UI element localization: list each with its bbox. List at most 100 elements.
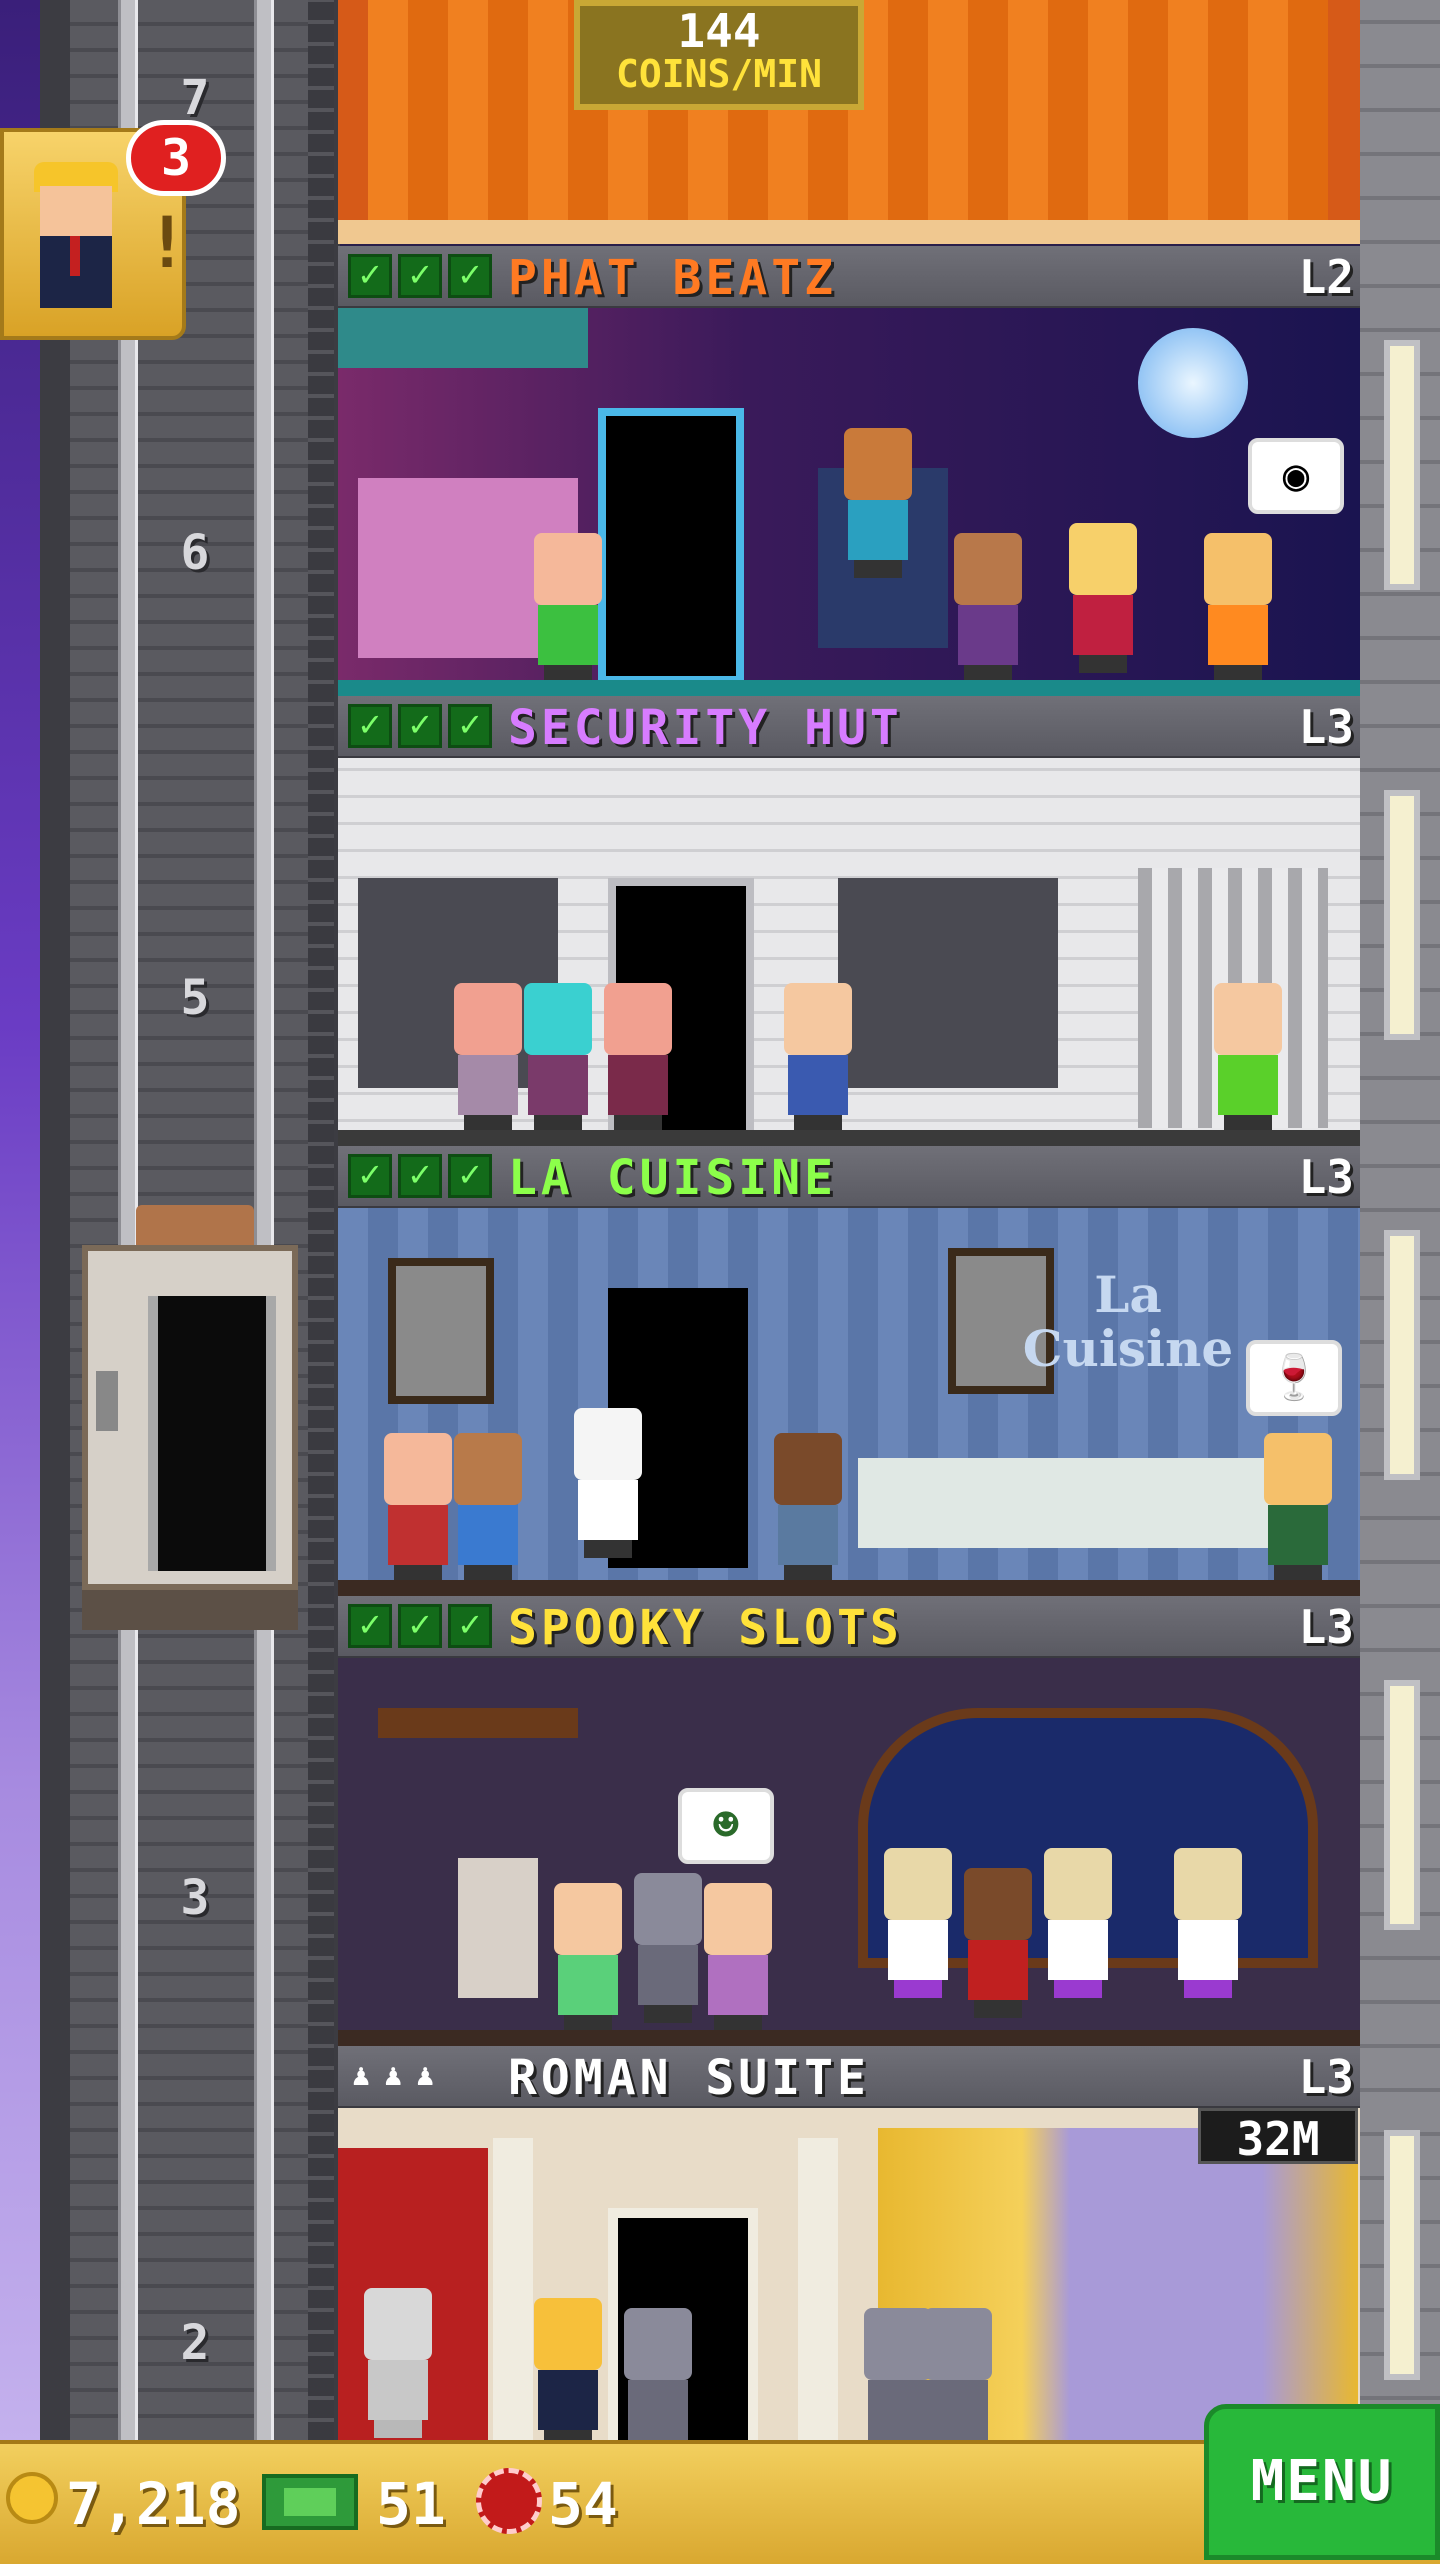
check-icon: ✓	[448, 1604, 492, 1648]
disco-ball-icon	[1138, 328, 1248, 438]
coins-count[interactable]: 7,218	[66, 2470, 241, 2538]
witch-icon[interactable]: ☻	[678, 1788, 774, 1864]
slot-machine	[458, 1858, 538, 1998]
bitizen[interactable]	[548, 1883, 628, 2033]
bitizen[interactable]	[378, 1433, 458, 1583]
security-room	[338, 758, 1360, 1146]
bitizen-chef[interactable]	[568, 1408, 648, 1558]
floor-header: ✓ ✓ ✓ SPOOKY SLOTS L3	[338, 1596, 1360, 1660]
room-floor	[338, 680, 1360, 696]
elevator-car[interactable]	[82, 1245, 298, 1590]
bitizen-zombie[interactable]	[918, 2308, 998, 2440]
check-icon: ✓	[448, 704, 492, 748]
bux-icon	[262, 2474, 358, 2530]
bitizen[interactable]	[448, 983, 528, 1133]
casino-room: ☻	[338, 1658, 1360, 2046]
bitizen[interactable]	[1198, 533, 1278, 683]
floor-ledge	[338, 220, 1360, 244]
coins-per-minute-sign: 144 COINS/MIN	[574, 0, 864, 110]
window-light	[1384, 2130, 1420, 2380]
floor-level: L3	[1298, 1600, 1354, 1654]
check-icon: ✓	[348, 1604, 392, 1648]
coins-per-minute-value: 144	[677, 4, 761, 58]
elevator-cable-housing	[136, 1205, 254, 1249]
statue	[358, 2288, 438, 2438]
floor-la-cuisine[interactable]: ✓ ✓ ✓ LA CUISINE L3 La Cuisine 🍷	[338, 1146, 1360, 1596]
bitizen[interactable]	[1063, 523, 1143, 673]
notification-badge[interactable]: 3	[126, 120, 226, 196]
bitizen[interactable]	[598, 983, 678, 1133]
column	[493, 2138, 533, 2440]
menu-button[interactable]: MENU	[1204, 2404, 1440, 2560]
check-icon: ✓	[448, 254, 492, 298]
floor-name: PHAT BEATZ	[508, 250, 837, 306]
floor-name: SPOOKY SLOTS	[508, 1600, 903, 1656]
bitizen-skeleton[interactable]	[1168, 1848, 1248, 1998]
floor-spooky-slots[interactable]: ✓ ✓ ✓ SPOOKY SLOTS L3 ☻	[338, 1596, 1360, 2046]
wine-glass-icon[interactable]: 🍷	[1246, 1340, 1342, 1416]
column	[798, 2138, 838, 2440]
check-icon: ✓	[348, 1154, 392, 1198]
bitizen[interactable]	[698, 1883, 778, 2033]
floor-number-6: 6	[180, 525, 210, 581]
floor-security-hut[interactable]: ✓ ✓ ✓ SECURITY HUT L3	[338, 696, 1360, 1146]
bitizen-skeleton[interactable]	[878, 1848, 958, 1998]
bitizen-zombie[interactable]	[618, 2308, 698, 2440]
tokens-count[interactable]: 54	[548, 2470, 618, 2538]
bitizen-guard[interactable]	[778, 983, 858, 1133]
floor-name: LA CUISINE	[508, 1150, 837, 1206]
floor-name: SECURITY HUT	[508, 700, 903, 756]
floor-level: L3	[1298, 2050, 1354, 2104]
elevator-door	[148, 1296, 276, 1571]
vip-avatar	[34, 162, 118, 312]
elevator-rail-right	[254, 0, 274, 2440]
shaft-divider	[308, 0, 334, 2440]
floor-header: ♟ ♟ ♟ ROMAN SUITE L3	[338, 2046, 1360, 2110]
bitizen[interactable]	[768, 1433, 848, 1583]
floor-number-7: 7	[180, 70, 210, 126]
golden-ticket-icon	[476, 2468, 542, 2534]
floor-roman-suite[interactable]: ♟ ♟ ♟ ROMAN SUITE L3 32M	[338, 2046, 1360, 2440]
elevator-button-panel	[96, 1371, 118, 1431]
stock-checks: ✓ ✓ ✓	[348, 1604, 492, 1648]
bitizen-skeleton[interactable]	[1038, 1848, 1118, 1998]
bitizen[interactable]	[518, 983, 598, 1133]
bitizen[interactable]	[1258, 1433, 1338, 1583]
person-icon: ♟	[384, 2058, 403, 2093]
stock-checks: ✓ ✓ ✓	[348, 1154, 492, 1198]
coin-icon	[6, 2472, 58, 2524]
bitizen-dj[interactable]	[838, 428, 918, 578]
alert-icon: !	[146, 202, 189, 284]
floor-header: ✓ ✓ ✓ PHAT BEATZ L2	[338, 246, 1360, 310]
elevator-rail-left	[118, 0, 138, 2440]
bitizen[interactable]	[958, 1868, 1038, 2018]
floor-level: L2	[1298, 250, 1354, 304]
wall-painting	[388, 1258, 494, 1404]
check-icon: ✓	[348, 254, 392, 298]
stock-checks: ✓ ✓ ✓	[348, 254, 492, 298]
person-icon: ♟	[352, 2058, 371, 2093]
floor-name: ROMAN SUITE	[508, 2050, 870, 2106]
neon-bar-top	[338, 308, 588, 368]
floor-number-2: 2	[180, 2315, 210, 2371]
floor-level: L3	[1298, 700, 1354, 754]
window-light	[1384, 1230, 1420, 1480]
floor-phat-beatz[interactable]: ✓ ✓ ✓ PHAT BEATZ L2 ◉	[338, 246, 1360, 696]
bux-count[interactable]: 51	[376, 2470, 446, 2538]
bitizen-zombie[interactable]	[628, 1873, 708, 2023]
bitizen[interactable]	[948, 533, 1028, 683]
residents-indicator: ♟ ♟ ♟	[352, 2054, 434, 2098]
bitizen[interactable]	[448, 1433, 528, 1583]
floor-header: ✓ ✓ ✓ SECURITY HUT L3	[338, 696, 1360, 760]
floor-price-tag: 32M	[1198, 2108, 1358, 2166]
person-icon: ♟	[416, 2058, 435, 2093]
bitizen-prisoner[interactable]	[1208, 983, 1288, 1133]
bitizen[interactable]	[528, 2298, 608, 2440]
restaurant-sign: La Cuisine	[1022, 1265, 1234, 1378]
room-floor	[338, 2030, 1360, 2046]
room-door	[598, 408, 744, 684]
restaurant-room: La Cuisine 🍷	[338, 1208, 1360, 1596]
bitizen[interactable]	[528, 533, 608, 683]
coin-icon[interactable]: ◉	[1248, 438, 1344, 514]
check-icon: ✓	[448, 1154, 492, 1198]
